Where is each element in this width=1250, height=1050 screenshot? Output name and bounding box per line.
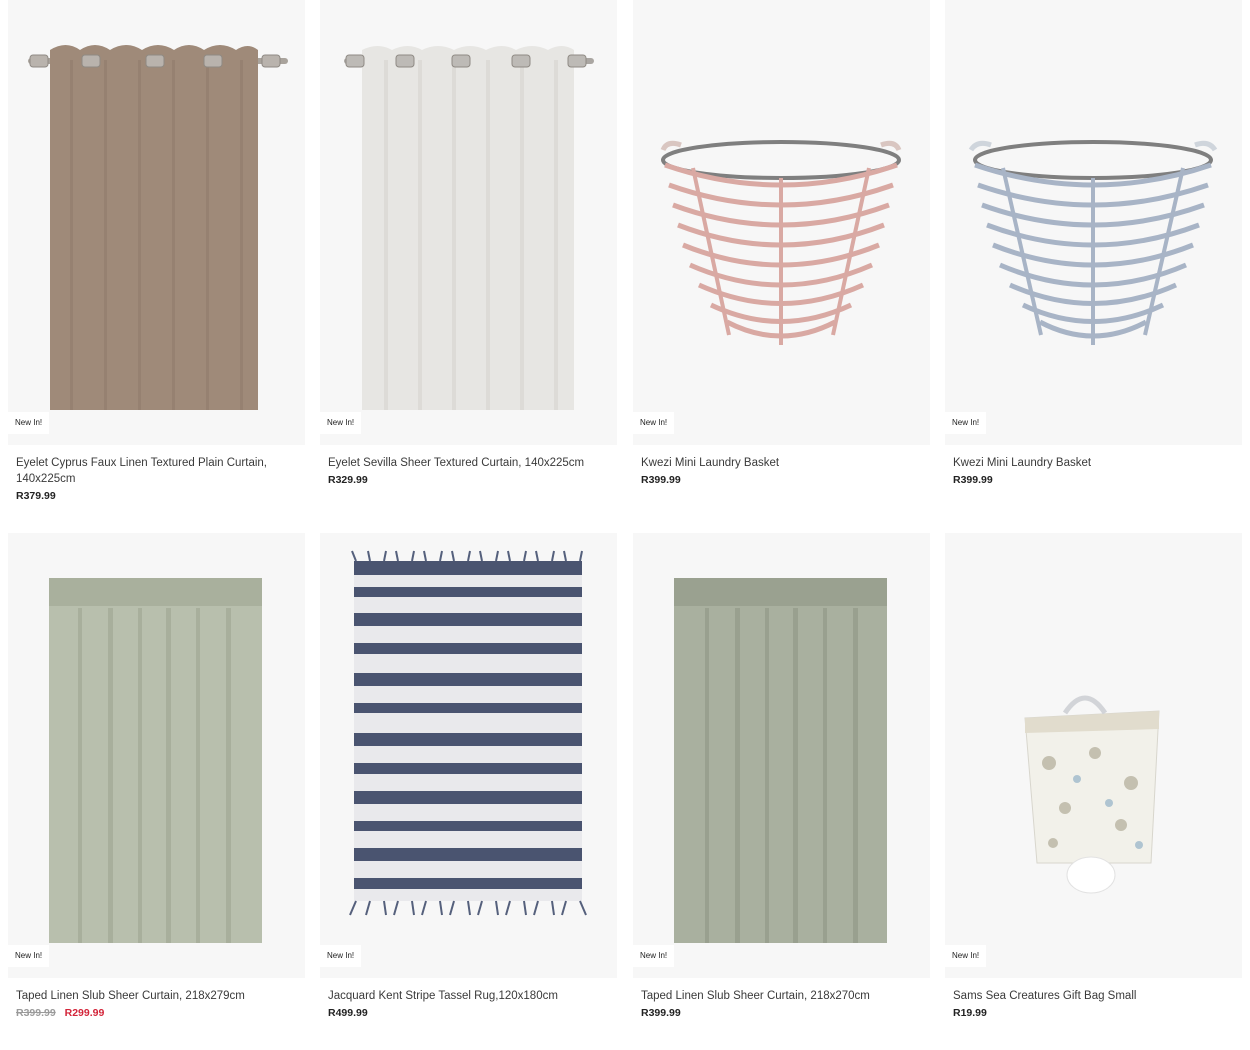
product-card[interactable]: New In! Taped Linen Slub Sheer Curtain, … <box>633 533 930 1019</box>
product-title[interactable]: Kwezi Mini Laundry Basket <box>641 455 922 471</box>
sale-price: R299.99 <box>64 1007 105 1019</box>
product-title[interactable]: Taped Linen Slub Sheer Curtain, 218x279c… <box>16 988 297 1004</box>
product-card[interactable]: New In! Kwezi Mini Laundry Basket R399.9… <box>945 0 1242 486</box>
product-card[interactable]: New In! Jacquard Kent Stripe Tassel Rug,… <box>320 533 617 1019</box>
new-in-badge: New In! <box>8 412 50 434</box>
blue-wire-basket-image <box>968 140 1218 345</box>
price-row: R379.99 <box>16 490 297 502</box>
product-title[interactable]: Kwezi Mini Laundry Basket <box>953 455 1234 471</box>
product-price: R379.99 <box>16 490 56 502</box>
new-in-badge: New In! <box>633 412 675 434</box>
price-row: R399.99 R299.99 <box>16 1007 297 1019</box>
product-image[interactable]: New In! <box>8 0 305 445</box>
product-title[interactable]: Sams Sea Creatures Gift Bag Small <box>953 988 1234 1004</box>
product-image[interactable]: New In! <box>633 533 930 978</box>
product-image[interactable]: New In! <box>320 533 617 978</box>
product-image[interactable]: New In! <box>945 0 1242 445</box>
product-price: R399.99 <box>641 1007 681 1019</box>
product-grid: New In! Eyelet Cyprus Faux Linen Texture… <box>0 0 1250 1050</box>
product-price: R329.99 <box>328 474 368 486</box>
price-row: R19.99 <box>953 1007 1234 1019</box>
product-image[interactable]: New In! <box>320 0 617 445</box>
product-title[interactable]: Jacquard Kent Stripe Tassel Rug,120x180c… <box>328 988 609 1004</box>
product-card[interactable]: New In! Sams Sea Creatures Gift Bag Smal… <box>945 533 1242 1019</box>
product-card[interactable]: New In! Taped Linen Slub Sheer Curtain, … <box>8 533 305 1019</box>
product-image[interactable]: New In! <box>633 0 930 445</box>
price-row: R399.99 <box>953 474 1234 486</box>
product-card[interactable]: New In! Eyelet Cyprus Faux Linen Texture… <box>8 0 305 502</box>
product-price: R499.99 <box>328 1007 368 1019</box>
product-price: R19.99 <box>953 1007 987 1019</box>
pink-wire-basket-image <box>660 140 902 345</box>
product-card[interactable]: New In! Eyelet Sevilla Sheer Textured Cu… <box>320 0 617 486</box>
price-row: R329.99 <box>328 474 609 486</box>
product-image[interactable]: New In! <box>945 533 1242 978</box>
sage-taped-curtain-image <box>49 578 262 943</box>
new-in-badge: New In! <box>945 945 987 967</box>
navy-stripe-rug-image <box>349 550 587 916</box>
sea-creatures-gift-bag-image <box>1024 695 1160 894</box>
white-sheer-eyelet-curtain-image <box>344 46 594 410</box>
product-title[interactable]: Eyelet Sevilla Sheer Textured Curtain, 1… <box>328 455 609 471</box>
product-price: R399.99 <box>953 474 993 486</box>
product-title[interactable]: Eyelet Cyprus Faux Linen Textured Plain … <box>16 455 297 487</box>
new-in-badge: New In! <box>8 945 50 967</box>
product-card[interactable]: New In! Kwezi Mini Laundry Basket R399.9… <box>633 0 930 486</box>
price-row: R399.99 <box>641 474 922 486</box>
new-in-badge: New In! <box>945 412 987 434</box>
sage-taped-curtain-image <box>674 578 887 943</box>
product-price: R399.99 <box>641 474 681 486</box>
product-image[interactable]: New In! <box>8 533 305 978</box>
new-in-badge: New In! <box>320 412 362 434</box>
original-price: R399.99 <box>16 1007 56 1019</box>
new-in-badge: New In! <box>633 945 675 967</box>
new-in-badge: New In! <box>320 945 362 967</box>
price-row: R499.99 <box>328 1007 609 1019</box>
product-title[interactable]: Taped Linen Slub Sheer Curtain, 218x270c… <box>641 988 922 1004</box>
price-row: R399.99 <box>641 1007 922 1019</box>
taupe-eyelet-curtain-image <box>28 45 288 410</box>
